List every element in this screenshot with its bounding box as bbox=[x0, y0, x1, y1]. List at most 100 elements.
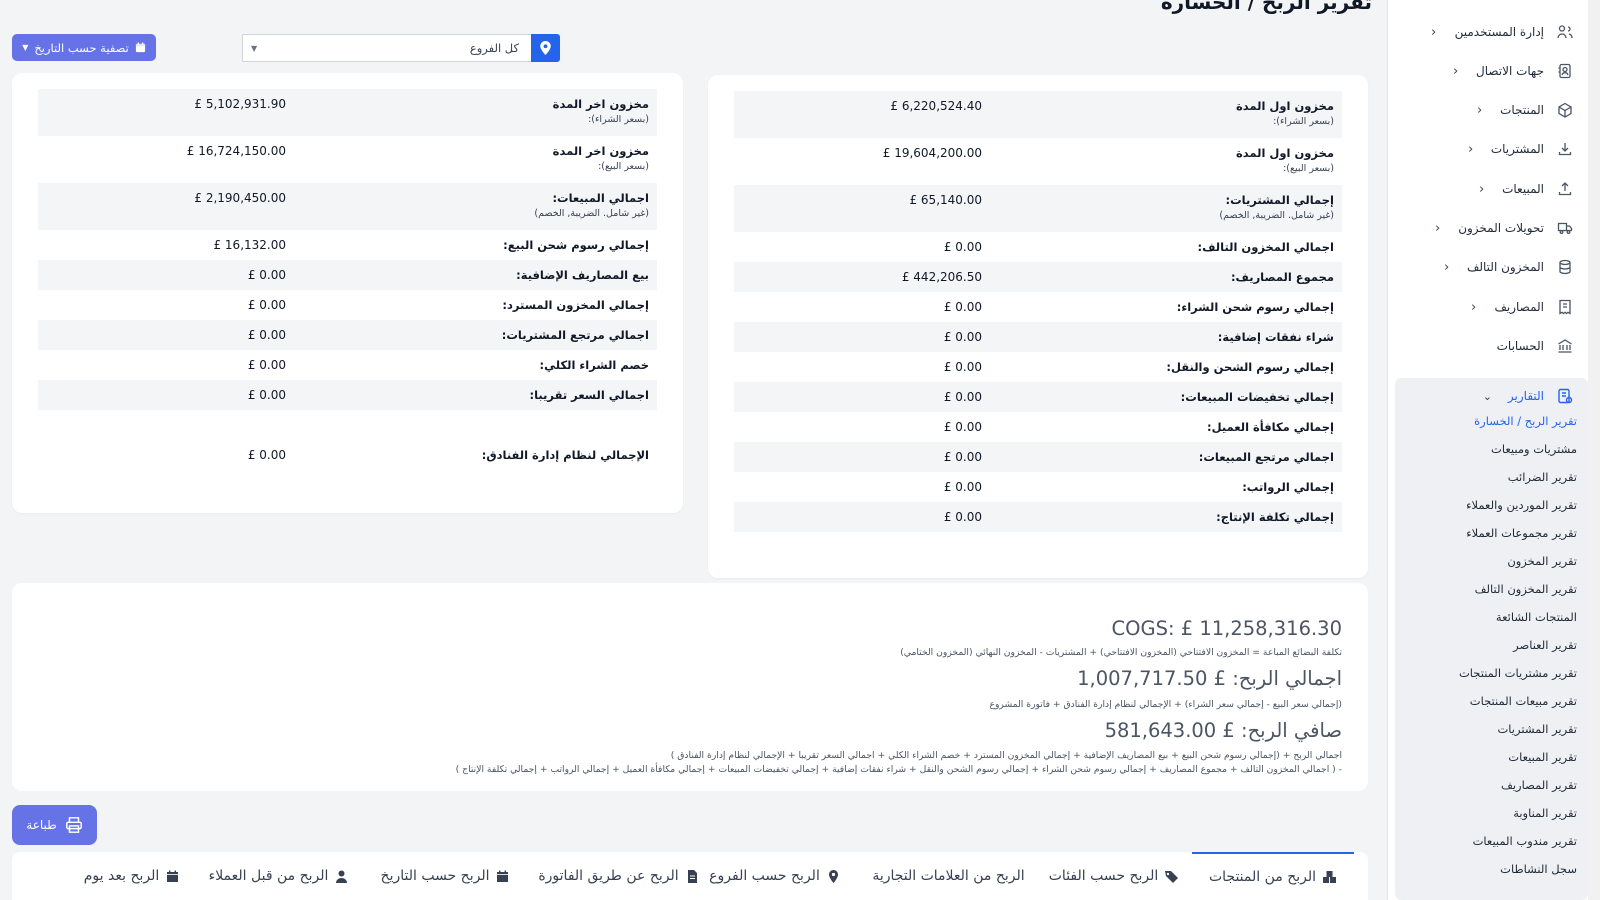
row-label-text: اجمالي مرتجع المبيعات: bbox=[1198, 450, 1334, 464]
row-label-text: مخزون اخر المدة bbox=[552, 144, 649, 158]
sidebar-item-2[interactable]: جهات الاتصال › bbox=[1453, 54, 1574, 88]
report-link[interactable]: تقرير مبيعات المنتجات bbox=[1470, 694, 1577, 708]
table-row: £ 6,220,524.40 مخزون اول المدة (بسعر الشرا… bbox=[734, 91, 1342, 138]
print-button[interactable]: طباعة bbox=[12, 805, 97, 845]
tab-label: الربح حسب التاريخ bbox=[380, 868, 490, 884]
report-link[interactable]: المنتجات الشائعة bbox=[1496, 610, 1577, 624]
calendar-icon bbox=[495, 869, 510, 884]
chevron-left-icon: › bbox=[1478, 181, 1485, 197]
report-link[interactable]: تقرير مجموعات العملاء bbox=[1466, 526, 1577, 540]
report-link[interactable]: تقرير الموردين والعملاء bbox=[1466, 498, 1577, 512]
table-row: £ 0.00 إجمالي المخزون المسترد: bbox=[38, 290, 657, 320]
tab-8[interactable]: الربح بعد يوم bbox=[77, 852, 187, 900]
row-label: مخزون اخر المدة (بسعر البيع): bbox=[553, 144, 649, 174]
row-value: £ 0.00 bbox=[247, 268, 286, 282]
row-value: £ 65,140.00 bbox=[909, 193, 982, 207]
sidebar-item-label: جهات الاتصال bbox=[1475, 64, 1544, 78]
cubes-icon bbox=[1322, 870, 1337, 885]
row-label-sub: (بسعر الشراء): bbox=[588, 114, 649, 125]
calendar-icon bbox=[135, 42, 145, 53]
report-link[interactable]: تقرير المخزون التالف bbox=[1475, 582, 1577, 596]
tab-3[interactable]: الربح من العلامات التجارية bbox=[861, 852, 1036, 900]
closing-stock-card: £ 5,102,931.90 مخزون اخر المدة (بسعر الشرا… bbox=[12, 73, 683, 513]
report-link[interactable]: تقرير المخزون bbox=[1507, 554, 1577, 568]
tab-4[interactable]: الربح حسب الفروع bbox=[709, 852, 841, 900]
report-link[interactable]: تقرير مندوب المبيعات bbox=[1473, 834, 1577, 848]
sidebar-item-8[interactable]: المصاريف › bbox=[1471, 290, 1574, 324]
table-row: £ 0.00 اجمالي المخزون التالف: bbox=[734, 232, 1342, 262]
sidebar-item-label: المصاريف bbox=[1494, 300, 1544, 314]
row-label: اجمالي المخزون التالف: bbox=[1198, 240, 1334, 255]
row-value: £ 0.00 bbox=[943, 450, 982, 464]
row-label: اجمالي مرتجع المشتريات: bbox=[502, 328, 649, 343]
tab-1[interactable]: الربح من المنتجات bbox=[1192, 852, 1354, 900]
map-marker-icon bbox=[826, 869, 841, 884]
sidebar-item-1[interactable]: إدارة المستخدمين › bbox=[1431, 15, 1574, 49]
sidebar-item-9[interactable]: الحسابات bbox=[1497, 329, 1574, 363]
download-icon bbox=[1556, 140, 1574, 158]
row-label-text: اجمالي السعر تقريبا: bbox=[529, 388, 649, 402]
map-marker-icon bbox=[531, 34, 560, 62]
report-link[interactable]: تقرير المبيعات bbox=[1508, 750, 1577, 764]
branch-select[interactable]: ▼ كل الفروع bbox=[242, 34, 531, 62]
sidebar-item-7[interactable]: المخزون التالف › bbox=[1444, 250, 1574, 284]
sidebar-item-4[interactable]: المشتريات › bbox=[1468, 132, 1574, 166]
sidebar-item-6[interactable]: تحويلات المخزون › bbox=[1435, 211, 1574, 245]
report-link[interactable]: تقرير الربح / الخسارة bbox=[1474, 414, 1577, 428]
date-filter-label: تصفية حسب التاريخ bbox=[34, 40, 129, 55]
row-value: £ 6,220,524.40 bbox=[890, 99, 982, 113]
date-filter-button[interactable]: تصفية حسب التاريخ ▼ bbox=[12, 34, 156, 61]
report-link[interactable]: تقرير الضرائب bbox=[1508, 470, 1577, 484]
row-label: مجموع المصاريف: bbox=[1231, 270, 1334, 285]
row-label-text: الإجمالي لنظام إدارة الفنادق: bbox=[481, 448, 649, 462]
report-link[interactable]: مشتريات ومبيعات bbox=[1491, 442, 1577, 456]
row-label: مخزون اول المدة (بسعر الشراء): bbox=[1236, 99, 1334, 129]
table-row: £ 65,140.00 إجمالي المشتريات: (غير شامل. ا… bbox=[734, 185, 1342, 232]
row-label: إجمالي مكافأة العميل: bbox=[1207, 420, 1334, 435]
sidebar-item-label: التقارير bbox=[1507, 389, 1544, 403]
chevron-left-icon: › bbox=[1443, 259, 1449, 275]
row-value: £ 0.00 bbox=[943, 420, 982, 434]
row-label-text: إجمالي مكافأة العميل: bbox=[1207, 420, 1334, 434]
sidebar-item-reports[interactable]: التقارير ⌄ bbox=[1483, 378, 1574, 414]
gross-profit-formula: (إجمالي سعر البيع - إجمالي سعر الشراء) +… bbox=[989, 699, 1342, 710]
sidebar-item-5[interactable]: المبيعات › bbox=[1479, 172, 1574, 206]
row-value: £ 0.00 bbox=[247, 298, 286, 312]
sidebar-item-label: المبيعات bbox=[1502, 182, 1544, 196]
row-label-sub: (بسعر الشراء): bbox=[1273, 116, 1334, 127]
file-icon bbox=[685, 869, 700, 884]
row-value: £ 0.00 bbox=[943, 510, 982, 524]
tags-icon bbox=[1164, 869, 1179, 884]
table-row: £ 0.00 اجمالي مرتجع المبيعات: bbox=[734, 442, 1342, 472]
row-label-text: خصم الشراء الكلي: bbox=[539, 358, 649, 372]
report-link[interactable]: تقرير المشتريات bbox=[1497, 722, 1577, 736]
report-link[interactable]: تقرير المناوبة bbox=[1513, 806, 1577, 820]
report-link[interactable]: تقرير مشتريات المنتجات bbox=[1459, 666, 1577, 680]
row-label-text: بيع المصاريف الإضافية: bbox=[516, 268, 649, 282]
sidebar-item-label: المشتريات bbox=[1490, 142, 1544, 156]
printer-icon bbox=[65, 817, 82, 833]
row-value: £ 0.00 bbox=[247, 388, 286, 402]
report-icon bbox=[1556, 387, 1574, 405]
row-value: £ 0.00 bbox=[247, 448, 286, 462]
row-label: اجمالي السعر تقريبا: bbox=[529, 388, 649, 403]
row-label: إجمالي تكلفة الإنتاج: bbox=[1216, 510, 1334, 525]
row-value: £ 0.00 bbox=[247, 328, 286, 342]
truck-icon bbox=[1556, 219, 1574, 237]
tab-5[interactable]: الربح عن طريق الفاتورة bbox=[538, 852, 700, 900]
tab-7[interactable]: الربح من قبل العملاء bbox=[206, 852, 352, 900]
tab-2[interactable]: الربح حسب الفئات bbox=[1045, 852, 1183, 900]
sidebar-scrollbar[interactable] bbox=[1588, 0, 1600, 900]
row-label: إجمالي رسوم شحن الشراء: bbox=[1177, 300, 1334, 315]
tab-6[interactable]: الربح حسب التاريخ bbox=[378, 852, 513, 900]
sidebar-item-3[interactable]: المنتجات › bbox=[1477, 93, 1574, 127]
user-icon bbox=[334, 869, 349, 884]
row-label-text: إجمالي تخفيضات المبيعات: bbox=[1180, 390, 1334, 404]
table-row: £ 0.00 خصم الشراء الكلي: bbox=[38, 350, 657, 380]
row-label-text: مجموع المصاريف: bbox=[1230, 270, 1334, 284]
row-label-text: مخزون اول المدة bbox=[1235, 99, 1334, 113]
cogs-formula: تكلفة البضائع المباعة = المخزون الافتتاح… bbox=[900, 647, 1342, 658]
report-link[interactable]: تقرير العناصر bbox=[1513, 638, 1577, 652]
report-link[interactable]: تقرير المصاريف bbox=[1501, 778, 1577, 792]
report-link[interactable]: سجل النشاطات bbox=[1500, 862, 1577, 876]
